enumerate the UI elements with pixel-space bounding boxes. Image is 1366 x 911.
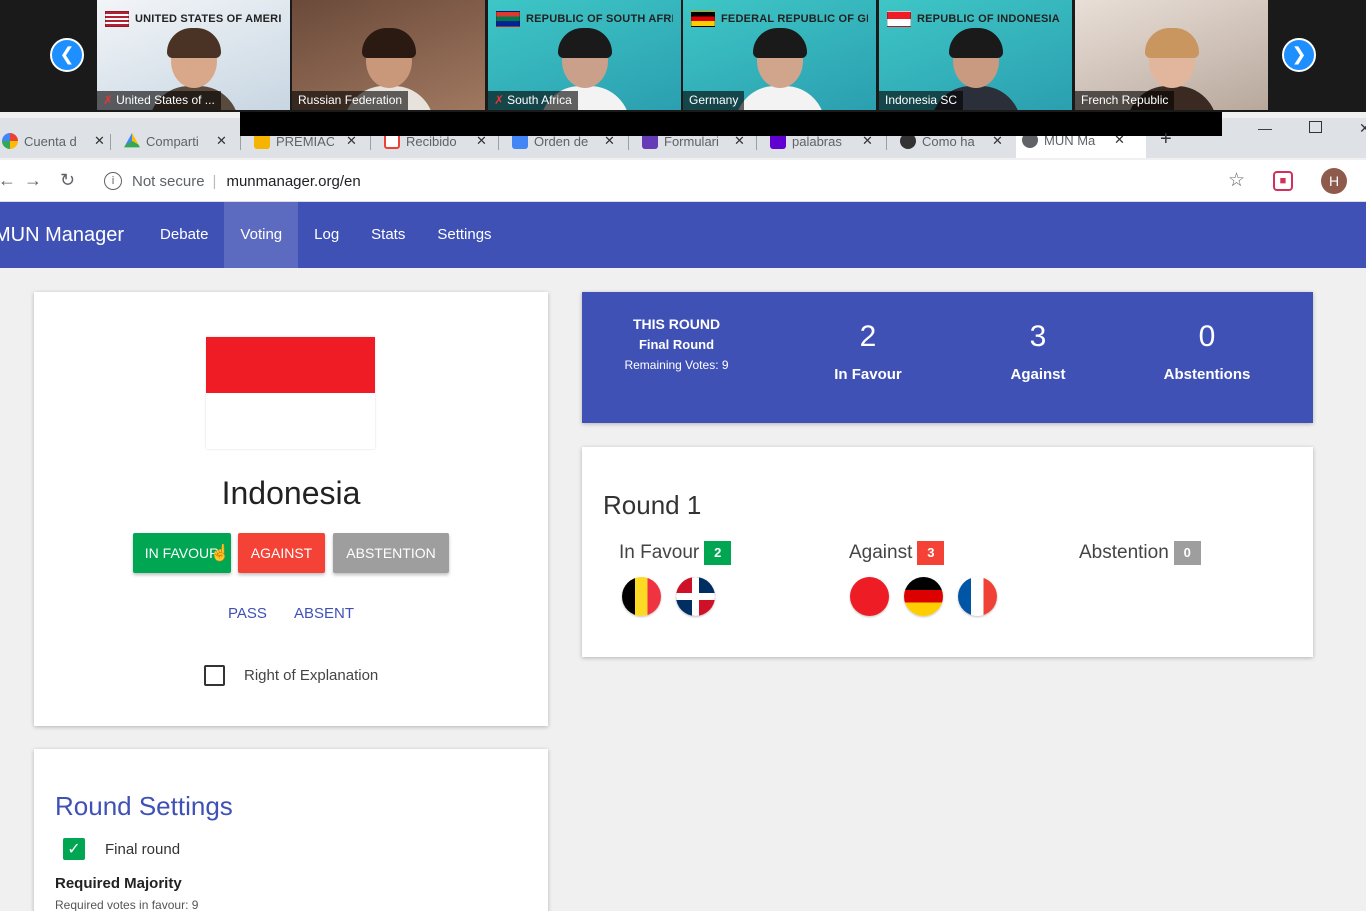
video-tile-usa[interactable]: UNITED STATES OF AMERICA ✗ United States …: [97, 0, 290, 110]
tile-caption: Russian Federation: [292, 91, 409, 110]
against-group: Against 3: [849, 541, 945, 565]
nav-settings[interactable]: Settings: [421, 202, 507, 268]
germany-flag-icon[interactable]: [904, 577, 943, 616]
close-icon[interactable]: ✕: [216, 133, 227, 149]
final-round-label: Final round: [105, 840, 181, 858]
tile-banner: UNITED STATES OF AMERICA: [135, 13, 282, 25]
this-round-label: THIS ROUND: [632, 316, 721, 332]
abstention-group: Abstention 0: [1079, 541, 1201, 565]
overlay-bar: [240, 112, 1222, 136]
tile-banner: FEDERAL REPUBLIC OF GERMANY: [721, 13, 868, 25]
right-of-explanation-checkbox[interactable]: [204, 665, 225, 686]
video-strip: ❮ UNITED STATES OF AMERICA ✗ United State…: [0, 0, 1366, 112]
abstention-label: Abstention: [1079, 542, 1169, 563]
chevron-right-icon[interactable]: ❯: [1282, 38, 1316, 72]
mic-muted-icon: ✗: [103, 93, 114, 107]
abstention-button[interactable]: ABSTENTION: [333, 533, 449, 573]
tile-banner: REPUBLIC OF INDONESIA: [917, 13, 1060, 25]
round-summary-header: THIS ROUND Final Round Remaining Votes: …: [608, 316, 745, 372]
against-count-badge: 3: [917, 541, 945, 565]
video-tile-france[interactable]: French Republic: [1075, 0, 1268, 110]
right-of-explanation-row[interactable]: Right of Explanation: [204, 665, 378, 686]
tile-banner: REPUBLIC OF SOUTH AFRICA: [526, 13, 673, 25]
required-majority-label: Required Majority: [55, 875, 182, 892]
browser-tab[interactable]: Cuenta d ✕: [0, 127, 105, 155]
tile-caption: Germany: [683, 91, 745, 110]
in-favour-label: In Favour: [619, 542, 700, 563]
pass-button[interactable]: PASS: [228, 605, 267, 622]
tile-caption: Indonesia SC: [879, 91, 964, 110]
indonesia-flag-icon: [206, 337, 375, 449]
round-summary-card: THIS ROUND Final Round Remaining Votes: …: [582, 292, 1313, 423]
final-round-row[interactable]: ✓ Final round: [63, 838, 180, 860]
google-icon: [2, 133, 18, 149]
remaining-votes: Remaining Votes: 9: [624, 358, 729, 372]
new-tab-icon[interactable]: +: [1160, 128, 1172, 151]
browser-tab[interactable]: Comparti ✕: [118, 127, 227, 155]
round-settings-card: Round Settings ✓ Final round Required Ma…: [34, 749, 548, 911]
info-icon[interactable]: i: [104, 172, 122, 190]
stat-in-favour: 2 In Favour: [834, 320, 902, 383]
tile-caption: ✗ United States of ...: [97, 91, 221, 110]
required-votes-text: Required votes in favour: 9: [55, 898, 199, 911]
absent-button[interactable]: ABSENT: [294, 605, 354, 622]
video-tile-indonesia[interactable]: REPUBLIC OF INDONESIA Indonesia SC: [879, 0, 1072, 110]
chevron-left-icon[interactable]: ❮: [50, 38, 84, 72]
hand-cursor-icon: ☝: [210, 545, 230, 562]
nav-voting[interactable]: Voting: [224, 202, 299, 268]
nav-log[interactable]: Log: [298, 202, 355, 268]
round-settings-title: Round Settings: [55, 791, 233, 821]
address-bar: ← → ↻ i Not secure | munmanager.org/en ☆…: [0, 160, 1366, 202]
video-tile-germany[interactable]: FEDERAL REPUBLIC OF GERMANY Germany: [683, 0, 876, 110]
abstention-count-badge: 0: [1173, 541, 1201, 565]
tile-caption: French Republic: [1075, 91, 1175, 110]
participant-video: [734, 28, 825, 110]
stat-against: 3 Against: [1010, 320, 1066, 383]
minimize-icon[interactable]: —: [1258, 120, 1272, 136]
close-icon[interactable]: ✕: [94, 133, 105, 149]
round-title: Round 1: [603, 490, 702, 520]
round-results-card: Round 1 In Favour 2 Against 3 Abstention…: [582, 447, 1313, 657]
in-favour-group: In Favour 2: [619, 541, 732, 565]
video-tile-russia[interactable]: Russian Federation: [292, 0, 485, 110]
security-label: Not secure: [132, 172, 205, 190]
nav-debate[interactable]: Debate: [144, 202, 224, 268]
reload-icon[interactable]: ↻: [60, 170, 75, 191]
forward-icon[interactable]: →: [24, 170, 42, 191]
final-round-checkbox[interactable]: ✓: [63, 838, 85, 860]
profile-avatar[interactable]: H: [1321, 168, 1347, 194]
url-input[interactable]: i Not secure | munmanager.org/en: [96, 166, 1266, 196]
mic-muted-icon: ✗: [494, 93, 505, 107]
tile-caption: ✗ South Africa: [488, 91, 578, 110]
right-of-explanation-label: Right of Explanation: [244, 667, 379, 684]
dominican-republic-flag-icon[interactable]: [676, 577, 715, 616]
belgium-flag-icon[interactable]: [622, 577, 661, 616]
south-africa-flag-icon: [496, 11, 520, 27]
us-flag-icon: [105, 11, 129, 27]
app-navbar: MUN Manager Debate Voting Log Stats Sett…: [0, 202, 1366, 268]
round-type-label: Final Round: [638, 337, 715, 352]
against-button[interactable]: AGAINST: [238, 533, 325, 573]
nav-stats[interactable]: Stats: [355, 202, 421, 268]
drive-icon: [124, 133, 140, 148]
extension-icon[interactable]: ■: [1273, 171, 1293, 191]
stat-abstentions: 0 Abstentions: [1163, 320, 1251, 383]
video-tile-south-africa[interactable]: REPUBLIC OF SOUTH AFRICA ✗South Africa: [488, 0, 681, 110]
maximize-icon[interactable]: [1309, 121, 1322, 133]
france-flag-icon[interactable]: [958, 577, 997, 616]
country-vote-card: Indonesia IN FAVOUR AGAINST ABSTENTION ☝…: [34, 292, 548, 726]
app-brand[interactable]: MUN Manager: [0, 202, 144, 268]
window-close-icon[interactable]: ✕: [1359, 120, 1366, 137]
back-icon[interactable]: ←: [0, 170, 16, 191]
url-text: munmanager.org/en: [226, 172, 361, 190]
against-label: Against: [849, 542, 913, 563]
bookmark-star-icon[interactable]: ☆: [1228, 169, 1245, 192]
country-name: Indonesia: [221, 475, 361, 511]
in-favour-count-badge: 2: [704, 541, 732, 565]
indonesia-flag-icon: [887, 11, 911, 27]
germany-flag-icon: [691, 11, 715, 27]
china-flag-icon[interactable]: [850, 577, 889, 616]
